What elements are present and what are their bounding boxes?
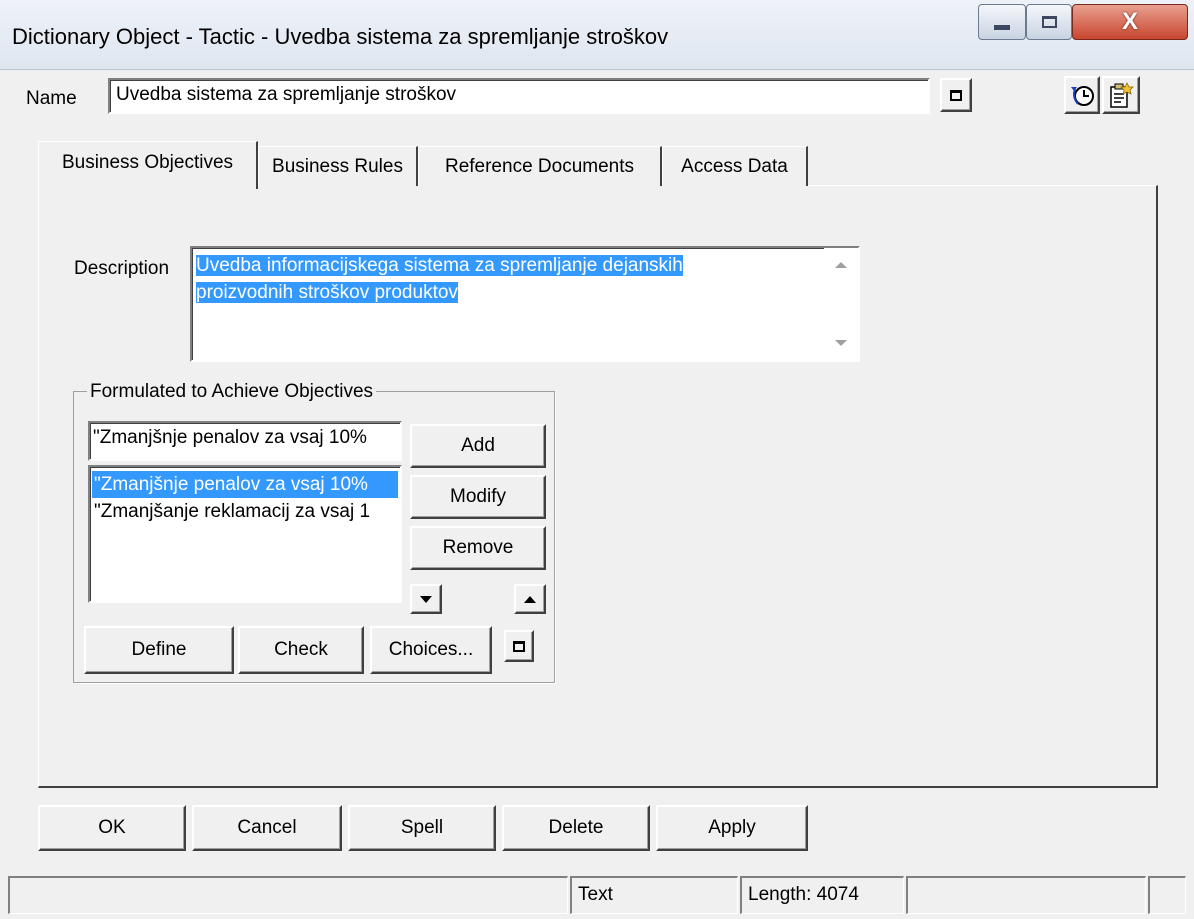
name-input[interactable]: Uvedba sistema za spremljanje stroškov [108,78,930,114]
objectives-expand-button[interactable] [504,630,534,662]
history-icon [1071,86,1094,106]
expand-icon [950,89,962,101]
move-up-button[interactable] [514,584,546,614]
name-label: Name [26,88,77,109]
status-length: Length: 4074 [740,876,904,914]
size-grip[interactable] [1148,876,1186,914]
description-scrollbar[interactable] [824,248,858,360]
check-button[interactable]: Check [238,626,364,674]
status-cell-main [8,876,568,914]
properties-icon [1110,82,1134,108]
expand-icon [513,640,525,652]
maximize-icon [1041,16,1057,28]
window-title: Dictionary Object - Tactic - Uvedba sist… [12,24,669,49]
apply-button[interactable]: Apply [656,805,808,851]
minimize-icon [994,24,1010,30]
close-icon: X [1121,8,1138,35]
choices-button[interactable]: Choices... [370,626,492,674]
properties-button[interactable] [1102,76,1140,114]
minimize-button[interactable] [978,4,1026,40]
ok-button[interactable]: OK [38,805,186,851]
list-item[interactable]: "Zmanjšanje reklamacij za vsaj 1 [92,498,398,525]
scroll-up-icon [835,262,847,268]
add-button[interactable]: Add [410,424,546,468]
spell-button[interactable]: Spell [348,805,496,851]
status-cell-extra [906,876,1146,914]
close-button[interactable]: X [1072,4,1188,40]
maximize-button[interactable] [1026,4,1072,40]
tab-reference-documents[interactable]: Reference Documents [418,146,662,186]
objective-input[interactable]: "Zmanjšnje penalov za vsaj 10% [88,421,402,461]
arrow-up-icon [524,595,536,603]
history-button[interactable] [1064,76,1100,114]
list-item[interactable]: "Zmanjšnje penalov za vsaj 10% [92,471,398,498]
delete-button[interactable]: Delete [502,805,650,851]
cancel-button[interactable]: Cancel [192,805,342,851]
description-line: proizvodnih stroškov produktov [196,282,458,303]
objectives-list[interactable]: "Zmanjšnje penalov za vsaj 10% "Zmanjšan… [88,465,402,603]
tab-business-objectives[interactable]: Business Objectives [38,141,258,189]
remove-button[interactable]: Remove [410,526,546,570]
status-bar: Text Length: 4074 [8,876,1188,914]
tab-access-data[interactable]: Access Data [662,146,808,186]
status-mode: Text [570,876,738,914]
move-down-button[interactable] [410,584,442,614]
scroll-down-icon [835,340,847,346]
modify-button[interactable]: Modify [410,475,546,519]
define-button[interactable]: Define [84,626,234,674]
name-expand-button[interactable] [940,78,972,112]
arrow-down-icon [420,595,432,603]
objectives-group-title: Formulated to Achieve Objectives [87,381,377,403]
description-textarea[interactable]: Uvedba informacijskega sistema za spreml… [190,246,860,362]
tab-business-rules[interactable]: Business Rules [258,146,418,186]
title-bar: Dictionary Object - Tactic - Uvedba sist… [0,0,1194,70]
description-label: Description [74,258,170,279]
description-line: Uvedba informacijskega sistema za spreml… [196,255,683,276]
